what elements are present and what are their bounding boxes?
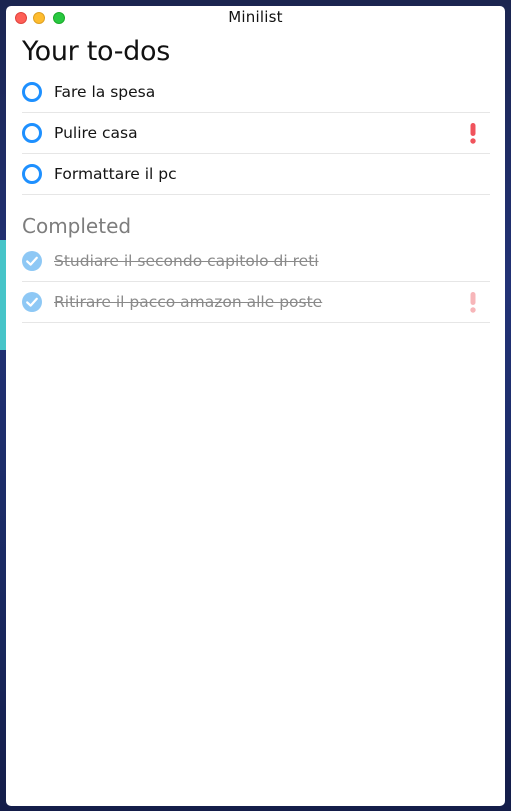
completed-item-label: Ritirare il pacco amazon alle poste [54, 293, 323, 311]
check-circle-icon[interactable] [22, 292, 42, 312]
exclamation-icon [470, 291, 476, 313]
todo-item-label: Pulire casa [54, 124, 138, 142]
completed-item[interactable]: Ritirare il pacco amazon alle poste [22, 282, 490, 323]
title-bar[interactable]: Minilist [6, 6, 505, 30]
todo-item[interactable]: Formattare il pc [22, 154, 490, 195]
todo-item-label: Fare la spesa [54, 83, 156, 101]
check-circle-icon[interactable] [22, 251, 42, 271]
app-window: Minilist Your to-dos Fare la spesa Pulir… [6, 6, 505, 806]
todo-item[interactable]: Fare la spesa [22, 72, 490, 113]
circle-icon[interactable] [22, 164, 42, 184]
completed-item-label: Studiare il secondo capitolo di reti [54, 252, 319, 270]
circle-icon[interactable] [22, 82, 42, 102]
todo-list: Fare la spesa Pulire casa Formattare il … [22, 72, 490, 195]
completed-item[interactable]: Studiare il secondo capitolo di reti [22, 241, 490, 282]
todo-item-label: Formattare il pc [54, 165, 177, 183]
page-title: Your to-dos [22, 36, 170, 67]
completed-list: Studiare il secondo capitolo di reti Rit… [22, 241, 490, 323]
window-title: Minilist [228, 8, 283, 26]
circle-icon[interactable] [22, 123, 42, 143]
completed-heading: Completed [22, 214, 132, 238]
exclamation-icon [470, 122, 476, 144]
todo-item[interactable]: Pulire casa [22, 113, 490, 154]
